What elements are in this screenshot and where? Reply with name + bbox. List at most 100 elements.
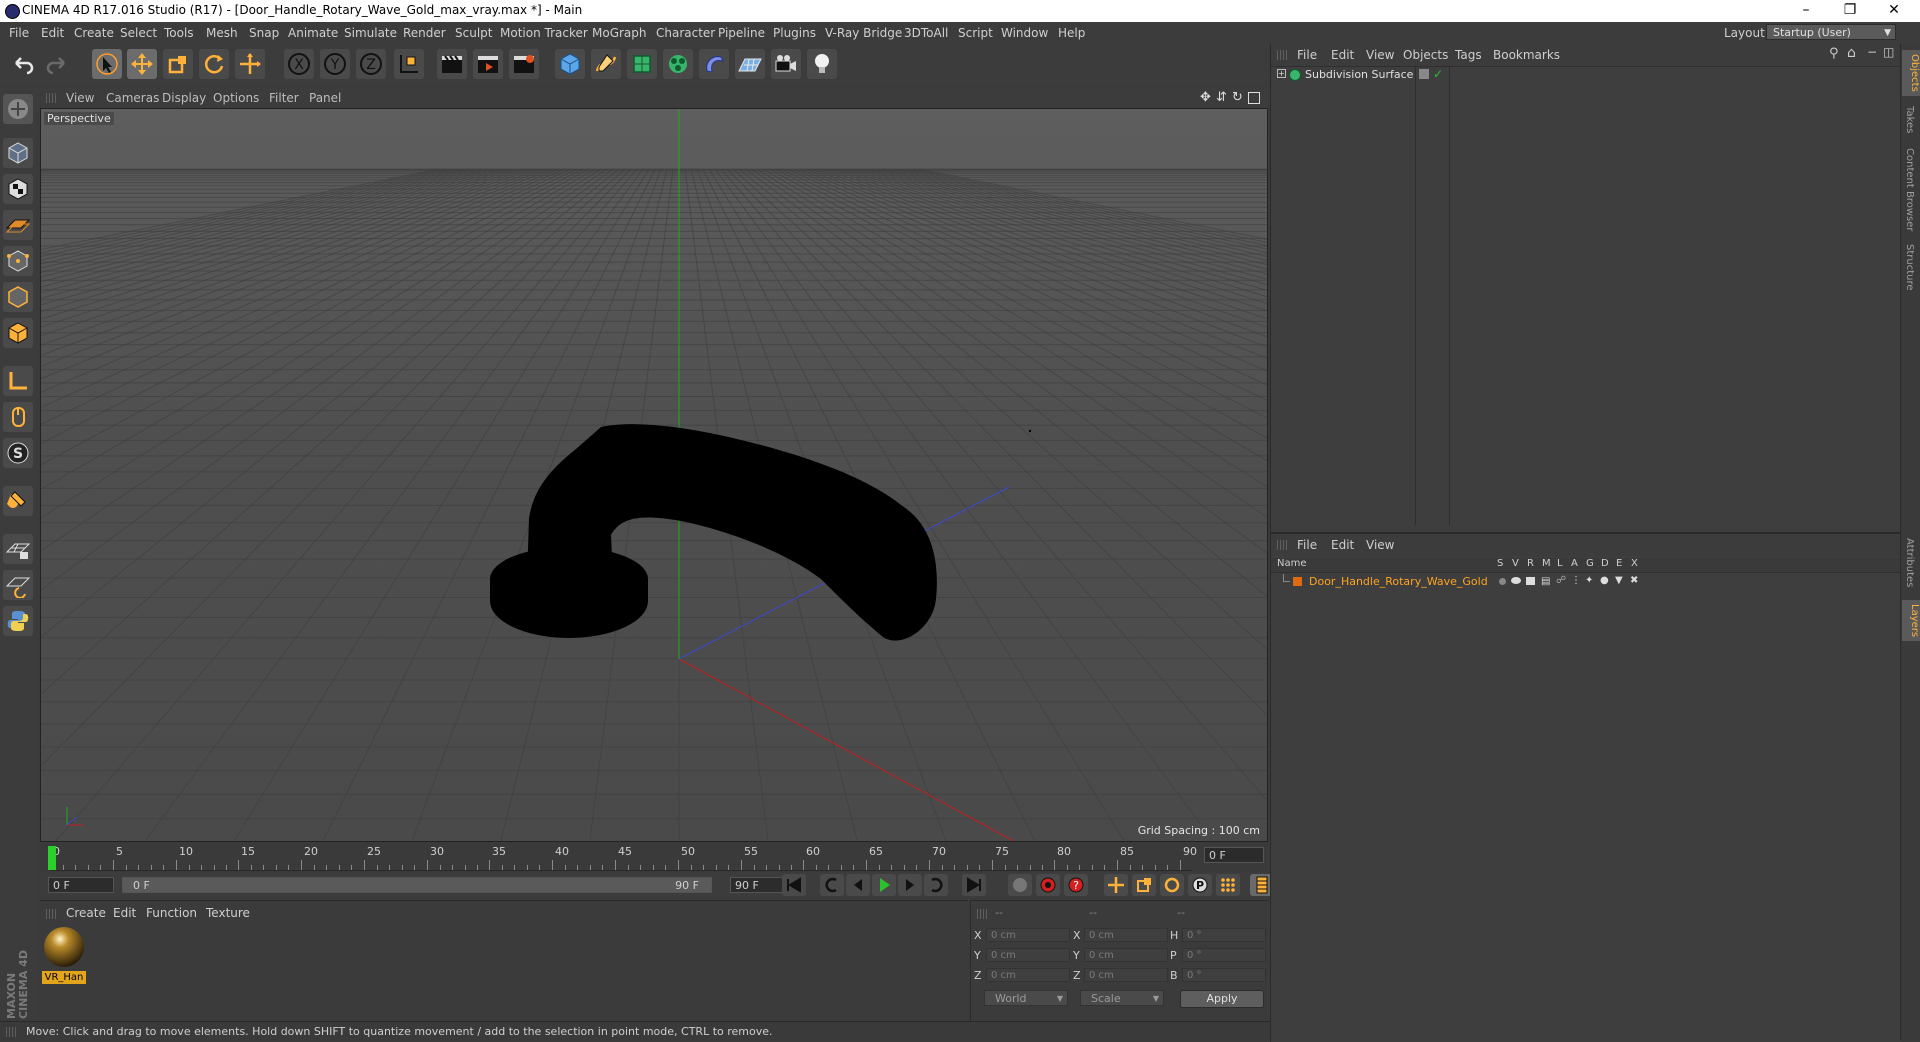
menu-character[interactable]: Character <box>656 26 715 40</box>
menu-help[interactable]: Help <box>1058 26 1085 40</box>
viewport-menu-display[interactable]: Display <box>162 91 206 105</box>
side-tab-structure[interactable]: Structure <box>1904 244 1915 291</box>
go-to-start-button[interactable] <box>782 874 806 896</box>
side-tab-layers[interactable]: Layers <box>1902 600 1920 642</box>
x-axis-lock-button[interactable]: X <box>284 49 314 79</box>
menu-vray-bridge[interactable]: V-Ray Bridge <box>825 26 902 40</box>
enabled-check-icon[interactable]: ✓ <box>1433 67 1443 81</box>
menu-render[interactable]: Render <box>403 26 446 40</box>
tweak-mode-button[interactable] <box>3 402 33 432</box>
start-frame-field[interactable]: 0 F <box>48 877 114 893</box>
autokeying-button[interactable] <box>1036 874 1060 896</box>
move-tool[interactable] <box>127 49 157 79</box>
size-mode-dropdown[interactable]: Scale ▼ <box>1080 990 1164 1006</box>
cube-object-button[interactable] <box>555 49 585 79</box>
size-z-field[interactable]: 0 cm <box>1084 968 1168 982</box>
menu-edit[interactable]: Edit <box>41 26 64 40</box>
points-mode-button[interactable] <box>3 246 33 276</box>
layer-header-generators[interactable]: G <box>1586 558 1594 569</box>
position-key-button[interactable] <box>1104 874 1128 896</box>
deformer-icon[interactable]: ● <box>1600 575 1609 586</box>
scale-key-button[interactable] <box>1132 874 1156 896</box>
expand-panel-icon[interactable]: ◫ <box>1883 45 1894 59</box>
menu-sculpt[interactable]: Sculpt <box>455 26 492 40</box>
side-tab-takes[interactable]: Takes <box>1904 106 1915 133</box>
layer-header-animation[interactable]: A <box>1571 558 1578 569</box>
menu-mograph[interactable]: MoGraph <box>592 26 647 40</box>
object-name[interactable]: Subdivision Surface <box>1305 68 1413 81</box>
objects-menu-bookmarks[interactable]: Bookmarks <box>1493 48 1560 62</box>
previous-frame-button[interactable] <box>846 874 870 896</box>
rotation-key-button[interactable] <box>1160 874 1184 896</box>
visibility-toggle[interactable] <box>1415 67 1416 525</box>
layer-header-deformers[interactable]: D <box>1601 558 1609 569</box>
go-to-end-button[interactable] <box>962 874 986 896</box>
menu-window[interactable]: Window <box>1001 26 1048 40</box>
position-z-field[interactable]: 0 cm <box>986 968 1070 982</box>
rotation-h-field[interactable]: 0 ° <box>1182 928 1266 942</box>
minimize-button[interactable]: – <box>1784 0 1828 22</box>
position-y-field[interactable]: 0 cm <box>986 948 1070 962</box>
viewport-scene[interactable] <box>41 109 1267 841</box>
menu-simulate[interactable]: Simulate <box>344 26 397 40</box>
layers-menu-edit[interactable]: Edit <box>1331 538 1354 552</box>
axis-mode-button[interactable] <box>3 366 33 396</box>
transform-tool[interactable] <box>235 49 265 79</box>
z-axis-lock-button[interactable]: Z <box>356 49 386 79</box>
side-tab-objects[interactable]: Objects <box>1902 50 1920 96</box>
layer-header-render[interactable]: R <box>1527 558 1534 569</box>
layout-select[interactable]: Startup (User) ▼ <box>1766 24 1896 40</box>
timeline[interactable]: 0 5 10 15 20 25 30 35 40 45 50 55 60 65 70 75 80 85 90 0 F <box>40 842 1268 872</box>
layer-name[interactable]: Door_Handle_Rotary_Wave_Gold <box>1309 575 1488 588</box>
menu-file[interactable]: File <box>9 26 29 40</box>
rotation-p-field[interactable]: 0 ° <box>1182 948 1266 962</box>
search-icon[interactable]: ⚲ <box>1829 46 1839 61</box>
generator-icon[interactable]: ✦ <box>1585 575 1593 586</box>
python-button[interactable] <box>3 606 33 636</box>
material-menu-function[interactable]: Function <box>146 906 197 920</box>
menu-select[interactable]: Select <box>120 26 157 40</box>
rotation-b-field[interactable]: 0 ° <box>1182 968 1266 982</box>
menu-plugins[interactable]: Plugins <box>773 26 816 40</box>
viewport-menu-cameras[interactable]: Cameras <box>106 91 159 105</box>
make-editable-button[interactable] <box>3 94 33 124</box>
redo-button[interactable] <box>42 49 72 79</box>
layer-header-xref[interactable]: X <box>1631 558 1638 569</box>
maximize-button[interactable]: ❐ <box>1828 0 1872 22</box>
home-icon[interactable]: ⌂ <box>1847 45 1856 61</box>
subdivision-surface-button[interactable] <box>627 49 657 79</box>
light-button[interactable] <box>807 49 837 79</box>
apply-button[interactable]: Apply <box>1180 990 1264 1008</box>
next-frame-button[interactable] <box>898 874 922 896</box>
camera-button[interactable] <box>771 49 801 79</box>
viewport-move-icon[interactable]: ✥ <box>1200 90 1211 105</box>
undo-button[interactable] <box>8 49 38 79</box>
objects-menu-edit[interactable]: Edit <box>1331 48 1354 62</box>
play-button[interactable] <box>872 874 896 896</box>
coordinate-mode-dropdown[interactable]: World ▼ <box>984 990 1068 1006</box>
expression-icon[interactable]: ▼ <box>1615 575 1623 586</box>
live-selection-tool[interactable] <box>92 49 122 79</box>
go-to-next-key-button[interactable] <box>924 874 948 896</box>
viewport-maximize-icon[interactable] <box>1248 92 1260 104</box>
viewport-menu-panel[interactable]: Panel <box>309 91 341 105</box>
menu-create[interactable]: Create <box>74 26 114 40</box>
polygons-mode-button[interactable] <box>3 318 33 348</box>
layers-menu-view[interactable]: View <box>1366 538 1394 552</box>
current-frame-field[interactable]: 0 F <box>1204 847 1264 863</box>
point-level-key-button[interactable] <box>1216 874 1240 896</box>
edges-mode-button[interactable] <box>3 282 33 312</box>
menu-motion-tracker[interactable]: Motion Tracker <box>500 26 588 40</box>
go-to-previous-key-button[interactable] <box>820 874 844 896</box>
side-tab-attributes[interactable]: Attributes <box>1904 538 1915 587</box>
y-axis-lock-button[interactable]: Y <box>320 49 350 79</box>
layer-header-solo[interactable]: S <box>1497 558 1503 569</box>
render-to-picture-viewer-button[interactable] <box>473 49 503 79</box>
record-active-objects-button[interactable] <box>1008 874 1032 896</box>
scale-tool[interactable] <box>163 49 193 79</box>
snap-button[interactable] <box>3 486 33 516</box>
keyframe-selection-button[interactable]: ? <box>1064 874 1088 896</box>
material-menu-texture[interactable]: Texture <box>206 906 250 920</box>
layer-header-view[interactable]: V <box>1512 558 1519 569</box>
material-menu-edit[interactable]: Edit <box>113 906 136 920</box>
